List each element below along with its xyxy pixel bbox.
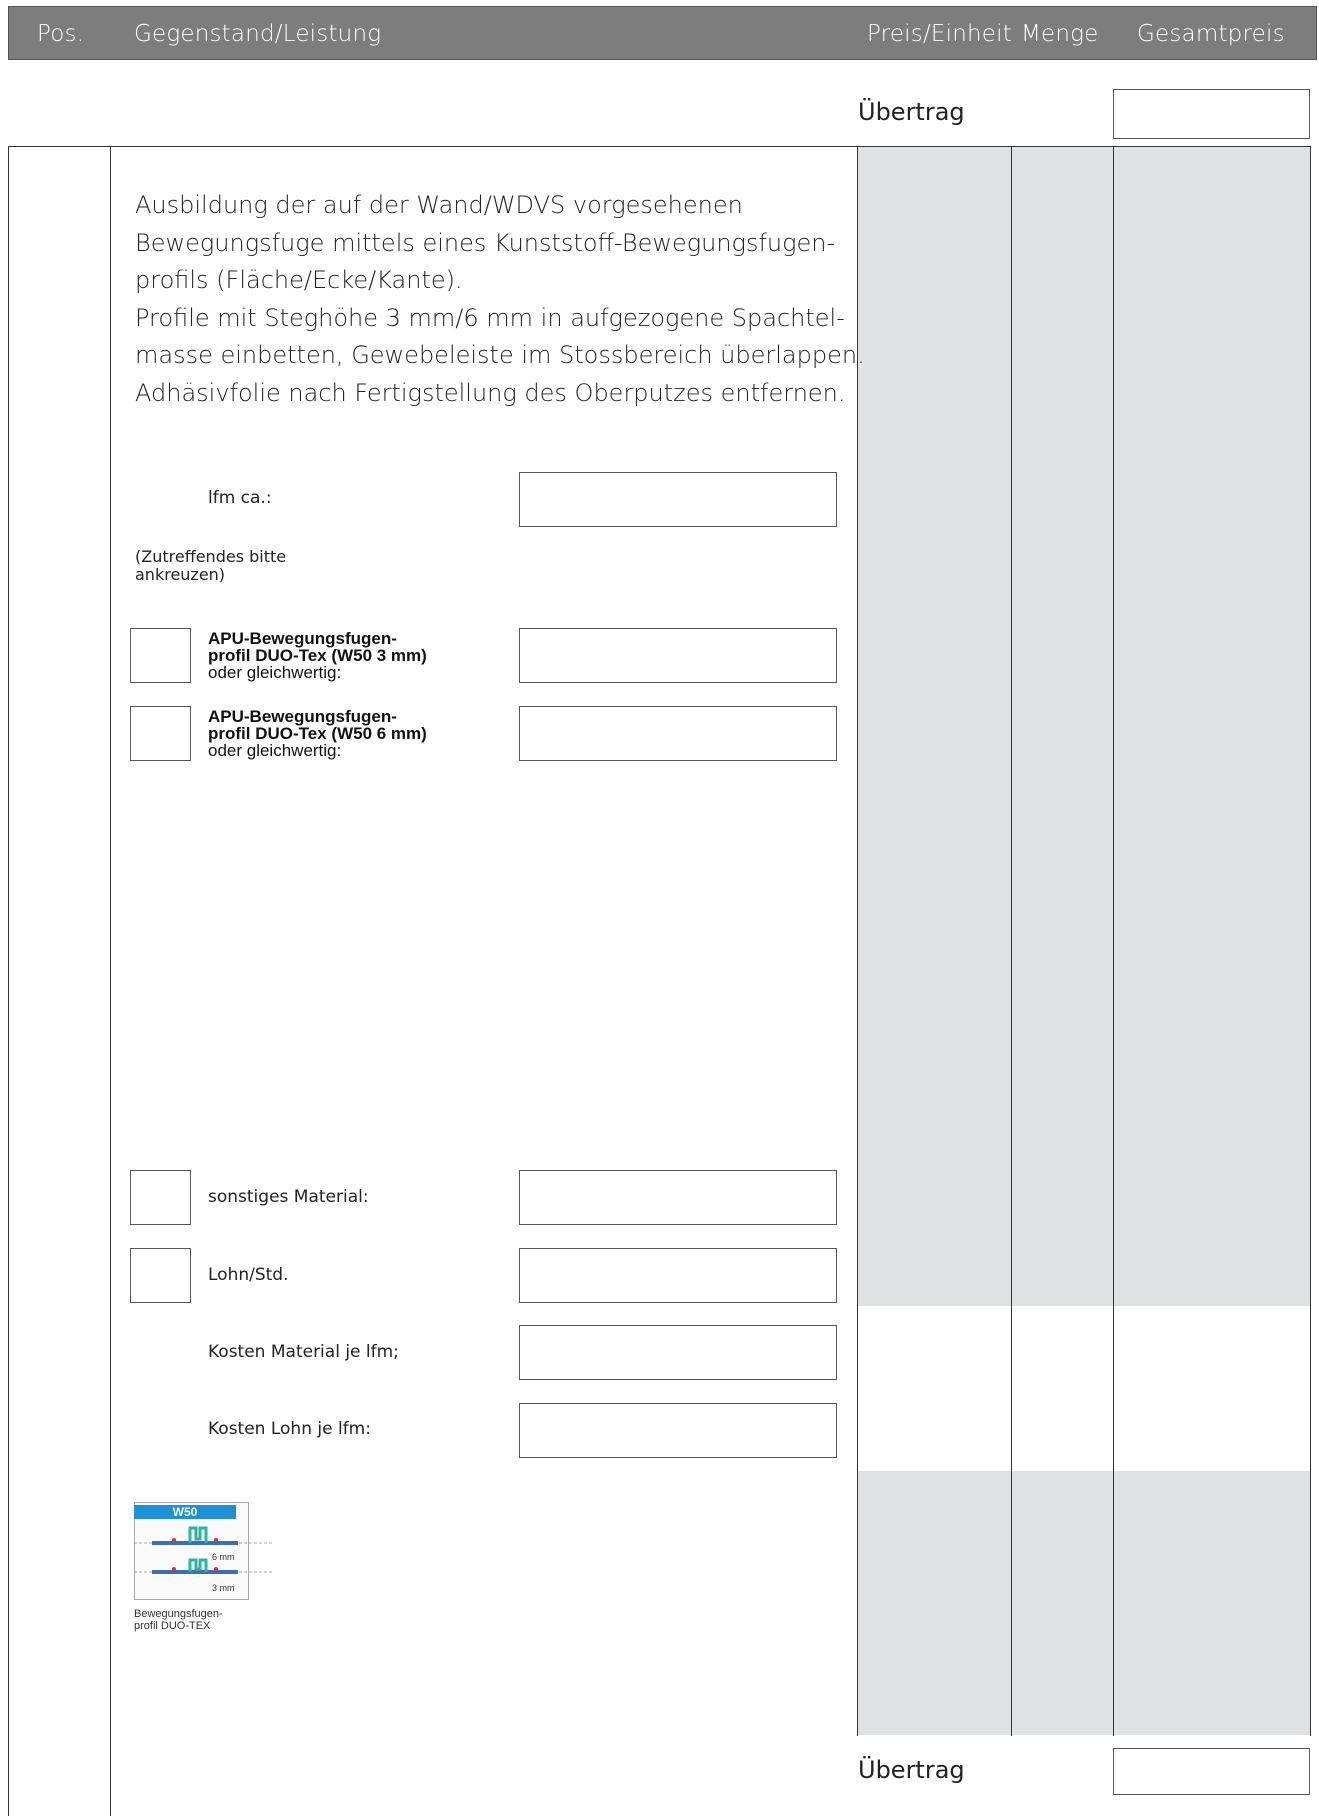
header-quantity: Menge [1021, 21, 1099, 47]
profile-drawing-icon [134, 1526, 274, 1574]
lfm-input[interactable] [519, 472, 837, 527]
table-left-border [8, 146, 9, 1816]
check-hint: (Zutreffendes bitte ankreuzen) [135, 548, 286, 584]
w50-badge: W50 [134, 1505, 236, 1519]
header-total: Gesamtpreis [1137, 21, 1285, 47]
carry-over-field-bottom[interactable] [1113, 1748, 1310, 1795]
check-hint-line2: ankreuzen) [135, 565, 226, 584]
check-hint-line1: (Zutreffendes bitte [135, 547, 287, 566]
quantity-divider [1011, 147, 1012, 1736]
pos-column-divider [110, 146, 111, 1816]
option2-equivalent: oder gleichwertig: [208, 741, 342, 760]
other-material-label: sonstiges Material: [208, 1187, 369, 1207]
description-line: Adhäsivfolie nach Fertigstellung des Obe… [135, 378, 846, 407]
lfm-label: lfm ca.: [208, 488, 272, 508]
header-item: Gegenstand/Leistung [134, 21, 382, 47]
option1-input[interactable] [519, 628, 837, 683]
option1-equivalent: oder gleichwertig: [208, 663, 342, 682]
price-column-shade-bottom [857, 1471, 1310, 1735]
header-pos: Pos. [37, 21, 85, 47]
carry-over-label-bottom: Übertrag [858, 1756, 965, 1784]
cost-wage-input[interactable] [519, 1403, 837, 1458]
other-material-checkbox[interactable] [130, 1170, 191, 1225]
option2-input[interactable] [519, 706, 837, 761]
unit-price-divider [857, 147, 858, 1736]
carry-over-label-top: Übertrag [858, 98, 965, 126]
option1-checkbox[interactable] [130, 628, 191, 683]
description-line: Bewegungsfuge mittels eines Kunststoff-B… [135, 228, 836, 257]
option1-label: APU-Bewegungsfugen- profil DUO-Tex (W50 … [208, 630, 427, 681]
header-unit-price: Preis/Einheit [867, 21, 1012, 47]
description-line: Profile mit Steghöhe 3 mm/6 mm in aufgez… [135, 303, 845, 332]
figure-caption-line1: Bewegungsfugen- [134, 1608, 223, 1620]
total-divider [1113, 147, 1114, 1736]
cost-material-label: Kosten Material je lfm; [208, 1342, 399, 1362]
item-description: Ausbildung der auf der Wand/WDVS vorgese… [135, 187, 865, 412]
profile-figure: W50 6 mm 3 mm [134, 1502, 274, 1606]
carry-over-field-top[interactable] [1113, 89, 1310, 139]
figure-caption-line2: profil DUO-TEX [134, 1620, 211, 1632]
figure-size-3mm: 3 mm [212, 1583, 235, 1593]
figure-caption: Bewegungsfugen- profil DUO-TEX [134, 1608, 223, 1632]
column-header-bar: Pos. Gegenstand/Leistung Preis/Einheit M… [8, 6, 1317, 60]
figure-size-6mm: 6 mm [212, 1552, 235, 1562]
wage-checkbox[interactable] [130, 1248, 191, 1303]
description-line: Ausbildung der auf der Wand/WDVS vorgese… [135, 191, 743, 219]
other-material-input[interactable] [519, 1170, 837, 1225]
option2-checkbox[interactable] [130, 706, 191, 761]
description-line: profils (Fläche/Ecke/Kante). [135, 266, 463, 294]
cost-wage-label: Kosten Lohn je lfm: [208, 1419, 371, 1439]
price-column-shade-top [857, 147, 1310, 1306]
cost-material-input[interactable] [519, 1325, 837, 1380]
wage-input[interactable] [519, 1248, 837, 1303]
wage-label: Lohn/Std. [208, 1265, 289, 1285]
table-right-border [1310, 146, 1311, 1736]
option2-label: APU-Bewegungsfugen- profil DUO-Tex (W50 … [208, 708, 427, 759]
description-line: masse einbetten, Gewebeleiste im Stossbe… [135, 341, 865, 369]
